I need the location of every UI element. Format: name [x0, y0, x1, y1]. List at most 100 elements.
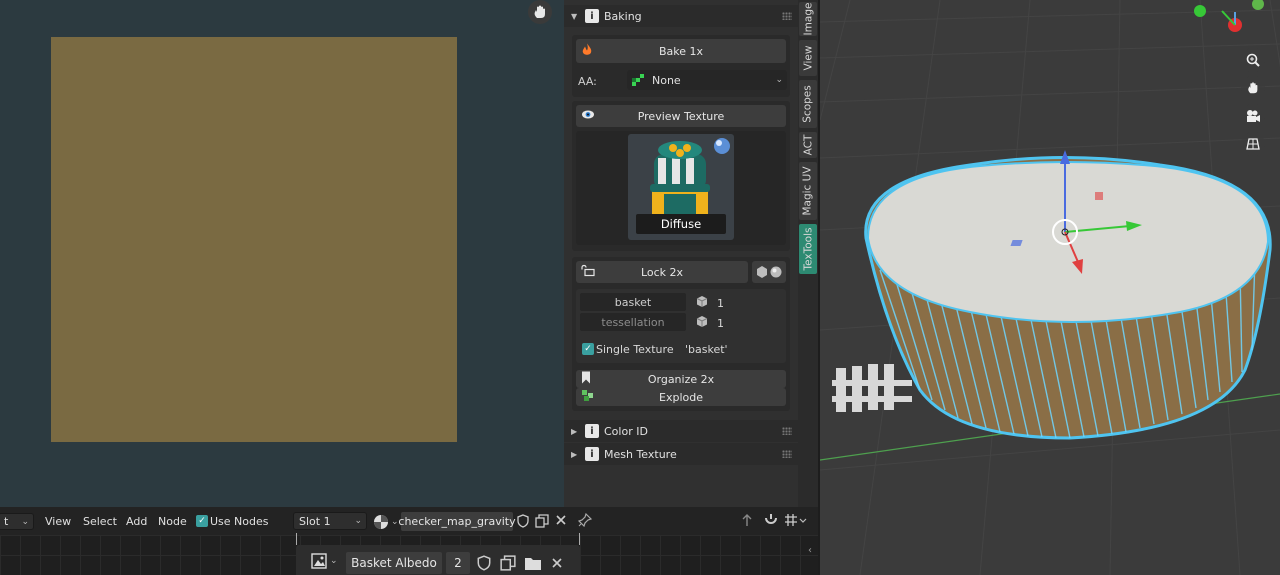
menu-add[interactable]: Add	[126, 515, 147, 528]
node-editor-header: t ⌄ View Select Add Node ✓ Use Nodes Slo…	[0, 507, 818, 535]
grid-perspective-icon	[1246, 138, 1260, 150]
snap-grid-icon[interactable]	[784, 513, 808, 530]
close-icon[interactable]	[555, 514, 567, 529]
color-id-panel-header[interactable]: ▶ i Color ID	[564, 420, 798, 442]
lock-button[interactable]: Lock 2x	[576, 261, 748, 283]
info-icon: i	[585, 424, 599, 438]
parent-node-icon[interactable]	[740, 513, 754, 530]
use-nodes-checkbox[interactable]: ✓	[196, 515, 208, 527]
chevron-down-icon: ⌄	[775, 75, 783, 85]
hand-icon	[534, 5, 545, 18]
explode-label: Explode	[659, 390, 703, 404]
set-name-field[interactable]: basket	[580, 293, 686, 311]
image-browse-button[interactable]: ⌄	[311, 553, 338, 569]
sidebar-panel: ▼ i Baking Bake 1x AA: None ⌄ Preview Te…	[564, 0, 798, 507]
aa-label: AA:	[578, 75, 597, 88]
material-name-field[interactable]: checker_map_gravity	[398, 512, 516, 531]
viewport-scene	[820, 0, 1280, 575]
tab-image[interactable]: Image	[799, 2, 817, 36]
tab-label: ACT	[802, 134, 814, 156]
tab-magic-uv[interactable]: Magic UV	[799, 162, 817, 220]
duplicate-icon[interactable]	[535, 514, 549, 531]
set-count: 1	[717, 317, 724, 330]
fire-icon	[581, 43, 593, 60]
diffuse-thumbnail[interactable]: Diffuse	[628, 134, 734, 240]
magnifier-icon	[1246, 53, 1260, 67]
slot-dropdown[interactable]: Slot 1 ⌄	[293, 512, 367, 530]
set-count: 1	[717, 297, 724, 310]
bake-button[interactable]: Bake 1x	[576, 39, 786, 63]
material-browse-button[interactable]: ⌄	[373, 513, 401, 530]
bake-label: Bake 1x	[658, 44, 704, 58]
fake-user-shield-icon[interactable]	[516, 514, 530, 531]
chevron-down-icon: ⌄	[354, 516, 362, 526]
eye-icon	[581, 110, 595, 123]
cube-icon	[696, 295, 708, 311]
tab-label: TexTools	[802, 227, 815, 271]
explode-button[interactable]: Explode	[576, 388, 786, 406]
cube-icon	[696, 315, 708, 331]
tab-textools[interactable]: TexTools	[799, 224, 817, 274]
color-id-title: Color ID	[604, 424, 648, 438]
expand-right-icon: ▶	[571, 426, 578, 436]
image-editor-area[interactable]	[0, 0, 564, 507]
single-texture-checkbox[interactable]: ✓	[582, 343, 594, 355]
preview-texture-button[interactable]: Preview Texture	[576, 105, 786, 127]
texture-image-preview	[51, 37, 457, 442]
single-texture-label: Single Texture	[596, 343, 674, 356]
baking-panel-header[interactable]: ▼ i Baking	[564, 5, 798, 27]
tab-label: Magic UV	[802, 166, 814, 216]
thumbnail-caption: Diffuse	[636, 214, 726, 234]
image-name-field[interactable]: Basket Albedo	[346, 552, 442, 574]
ortho-toggle-button[interactable]	[1241, 132, 1265, 156]
menu-node[interactable]: Node	[158, 515, 187, 528]
use-nodes-label: Use Nodes	[210, 515, 269, 528]
image-icon	[311, 553, 327, 569]
unlock-icon	[581, 264, 595, 280]
snap-magnet-icon[interactable]	[763, 513, 779, 532]
drag-grip-icon[interactable]	[782, 450, 792, 458]
frame-edge-left	[296, 533, 297, 545]
lock-mesh-options[interactable]	[752, 261, 786, 283]
menu-select[interactable]: Select	[83, 515, 117, 528]
hand-icon	[1248, 82, 1258, 94]
tab-scopes[interactable]: Scopes	[799, 80, 817, 128]
sidebar-tabs: Image View Scopes ACT Magic UV TexTools	[798, 0, 818, 507]
pan-view-button[interactable]	[1241, 76, 1265, 100]
preview-box: Preview Texture Diffuse	[572, 101, 790, 251]
expand-down-icon: ▼	[571, 11, 578, 21]
menu-view[interactable]: View	[45, 515, 71, 528]
preview-texture-label: Preview Texture	[637, 109, 725, 123]
aa-dropdown[interactable]: None ⌄	[627, 70, 787, 90]
tab-view[interactable]: View	[799, 40, 817, 76]
mesh-texture-title: Mesh Texture	[604, 447, 677, 461]
chevron-left-icon[interactable]: ‹	[808, 545, 812, 556]
fake-user-shield-icon[interactable]	[476, 555, 492, 574]
tab-label: Scopes	[802, 85, 814, 123]
image-users-count[interactable]: 2	[446, 552, 470, 574]
checker-icon	[632, 74, 644, 86]
duplicate-icon[interactable]	[500, 555, 516, 574]
folder-icon[interactable]	[524, 555, 542, 574]
3d-viewport[interactable]	[820, 0, 1280, 575]
close-icon[interactable]	[551, 557, 563, 572]
drag-grip-icon[interactable]	[782, 12, 792, 20]
mesh-texture-panel-header[interactable]: ▶ i Mesh Texture	[564, 443, 798, 465]
bake-box: Bake 1x AA: None ⌄	[572, 35, 790, 97]
explode-cubes-icon	[581, 389, 594, 405]
editor-mode-label: t	[4, 515, 9, 528]
pin-icon[interactable]	[577, 512, 593, 530]
pan-hand-button[interactable]	[528, 0, 552, 24]
camera-view-button[interactable]	[1241, 104, 1265, 128]
expand-right-icon: ▶	[571, 449, 578, 459]
zoom-button[interactable]	[1241, 48, 1265, 72]
tab-act[interactable]: ACT	[799, 132, 817, 158]
set-name-field[interactable]: tessellation	[580, 313, 686, 331]
drag-grip-icon[interactable]	[782, 427, 792, 435]
editor-mode-dropdown[interactable]: t ⌄	[0, 513, 34, 530]
lock-box: Lock 2x basket 1 tessellation 1 ✓ Single…	[572, 257, 790, 411]
organize-button[interactable]: Organize 2x	[576, 370, 786, 388]
image-node-header: ⌄ Basket Albedo 2	[296, 545, 580, 575]
baking-title: Baking	[604, 9, 642, 23]
tab-label: View	[802, 45, 815, 71]
